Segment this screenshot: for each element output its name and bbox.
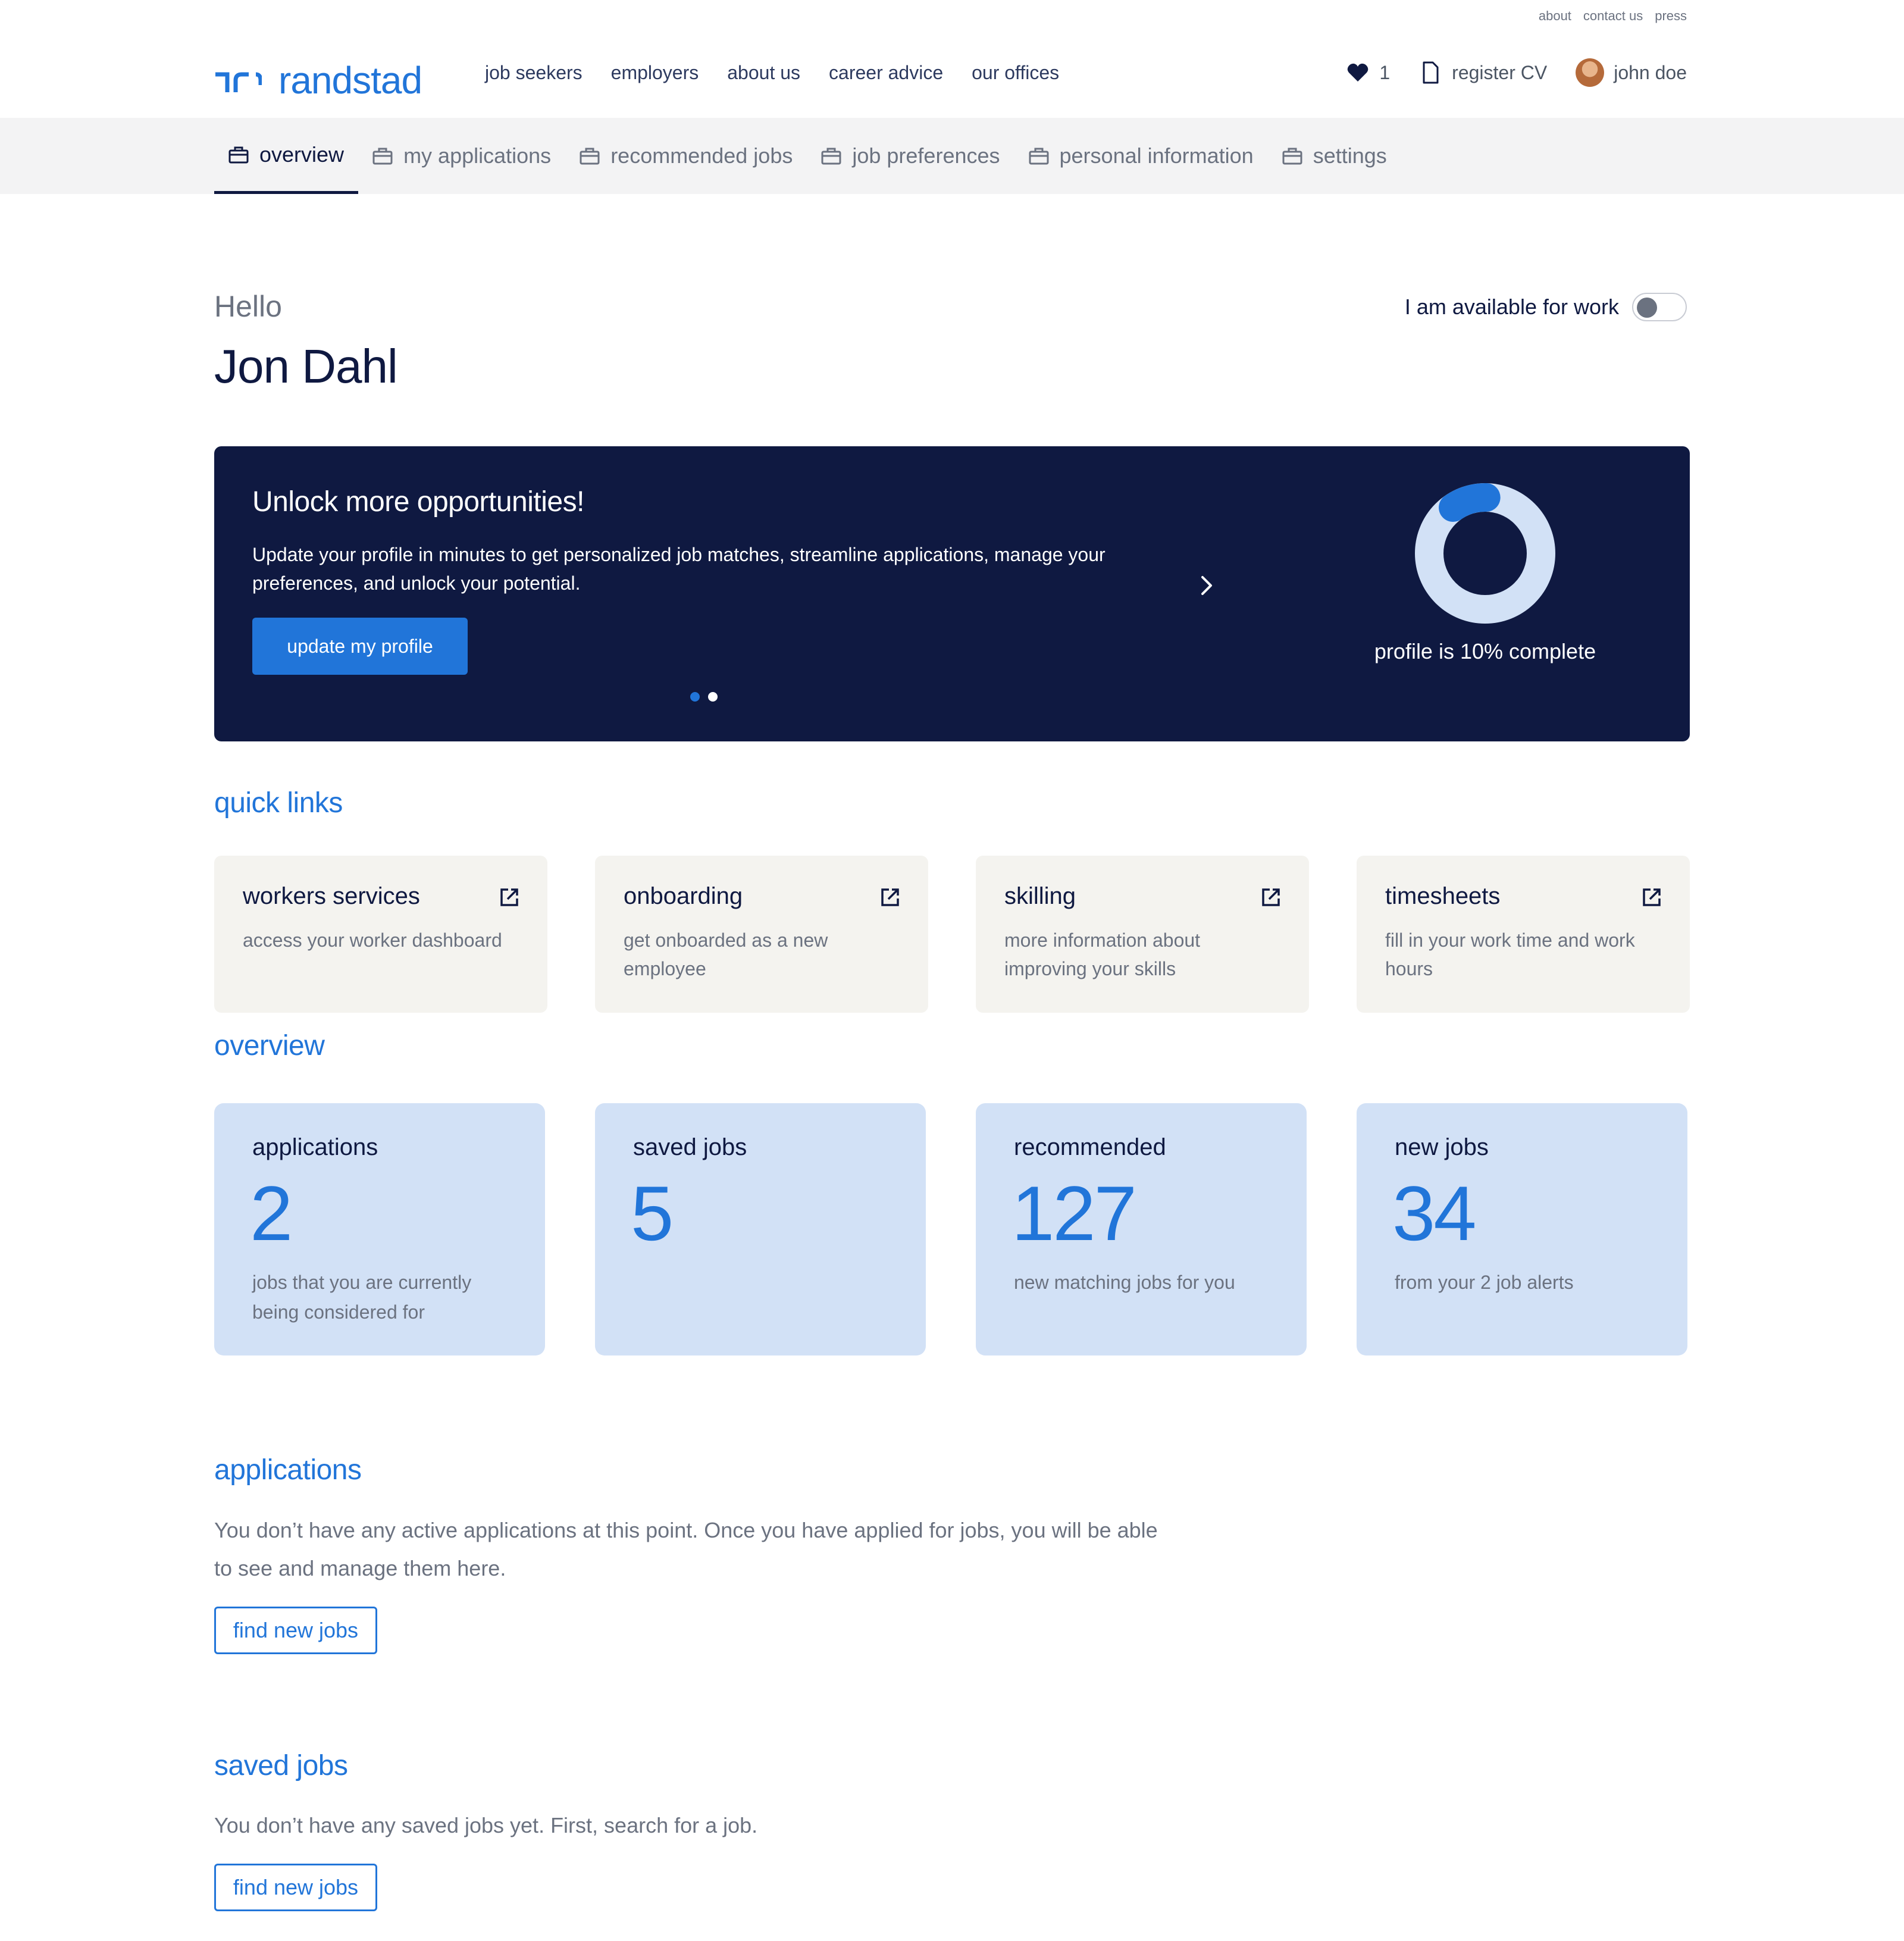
stat-card-recommended[interactable]: recommended 127 new matching jobs for yo… <box>976 1103 1307 1355</box>
register-cv-label: register CV <box>1452 61 1548 83</box>
nav-employers[interactable]: employers <box>611 62 699 84</box>
account-subnav: overview my applications recommended job… <box>0 118 1904 194</box>
util-link-contact[interactable]: contact us <box>1583 8 1643 24</box>
find-new-jobs-button[interactable]: find new jobs <box>214 1864 377 1911</box>
saved-jobs-title: saved jobs <box>214 1750 348 1782</box>
progress-ring <box>1415 483 1555 624</box>
carousel-dot[interactable] <box>690 692 700 702</box>
quick-link-timesheets[interactable]: timesheets fill in your work time and wo… <box>1357 856 1690 1013</box>
user-name: john doe <box>1614 61 1687 83</box>
update-profile-button[interactable]: update my profile <box>252 618 468 675</box>
logo-wordmark: randstad <box>278 59 422 102</box>
briefcase-icon <box>372 148 393 165</box>
nav-our-offices[interactable]: our offices <box>972 62 1059 84</box>
user-menu[interactable]: john doe <box>1576 58 1687 87</box>
tab-job-preferences[interactable]: job preferences <box>807 118 1014 194</box>
favorites-link[interactable]: 1 <box>1346 61 1390 84</box>
quick-link-onboarding[interactable]: onboarding get onboarded as a new employ… <box>595 856 928 1013</box>
randstad-logo-icon <box>215 72 262 92</box>
quick-link-title: timesheets <box>1385 883 1501 909</box>
stat-description: from your 2 job alerts <box>1395 1272 1574 1293</box>
tab-personal-information[interactable]: personal information <box>1014 118 1268 194</box>
tab-label: settings <box>1313 143 1387 168</box>
quick-link-title: workers services <box>243 883 420 909</box>
util-link-press[interactable]: press <box>1655 8 1687 24</box>
util-link-about[interactable]: about <box>1539 8 1571 24</box>
document-icon <box>1423 61 1439 84</box>
availability-toggle[interactable] <box>1632 293 1687 321</box>
profile-progress: profile is 10% complete <box>1374 482 1596 664</box>
briefcase-icon <box>580 148 600 165</box>
register-cv-link[interactable]: register CV <box>1418 61 1547 84</box>
find-new-jobs-button[interactable]: find new jobs <box>214 1607 377 1654</box>
banner-description: Update your profile in minutes to get pe… <box>252 544 1106 594</box>
main-nav: job seekers employers about us career ad… <box>485 62 1059 84</box>
tab-settings[interactable]: settings <box>1268 118 1401 194</box>
external-link-icon <box>1643 888 1661 906</box>
tab-label: personal information <box>1059 143 1254 168</box>
carousel-dots <box>690 692 718 702</box>
stat-value: 127 <box>1012 1170 1137 1257</box>
external-link-icon <box>881 888 899 906</box>
carousel-dot[interactable] <box>708 692 718 702</box>
applications-empty-text: You don’t have any active applications a… <box>214 1518 1158 1580</box>
heart-icon <box>1348 63 1368 82</box>
stat-label: new jobs <box>1395 1134 1489 1160</box>
stat-label: applications <box>252 1134 378 1160</box>
utility-nav: about contact us press <box>1539 8 1687 24</box>
overview-title: overview <box>214 1030 325 1062</box>
favorites-count: 1 <box>1379 61 1391 83</box>
avatar <box>1576 58 1605 87</box>
applications-title: applications <box>214 1454 362 1486</box>
stat-card-saved-jobs[interactable]: saved jobs 5 <box>595 1103 926 1355</box>
nav-job-seekers[interactable]: job seekers <box>485 62 583 84</box>
quick-link-skilling[interactable]: skilling more information about improvin… <box>976 856 1309 1013</box>
greeting-hello: Hello <box>214 290 282 323</box>
site-header: randstad job seekers employers about us … <box>0 36 1904 118</box>
user-full-name: Jon Dahl <box>214 340 398 393</box>
quick-link-description: access your worker dashboard <box>243 929 502 951</box>
tab-label: recommended jobs <box>610 143 793 168</box>
progress-label: profile is 10% complete <box>1374 639 1596 663</box>
nav-career-advice[interactable]: career advice <box>829 62 943 84</box>
stat-value: 34 <box>1392 1170 1477 1257</box>
nav-about-us[interactable]: about us <box>727 62 800 84</box>
stat-value: 5 <box>631 1170 674 1257</box>
stat-description: jobs that you are currently being consid… <box>252 1272 472 1323</box>
briefcase-icon <box>1282 148 1302 165</box>
quick-links-title: quick links <box>214 787 343 819</box>
briefcase-icon <box>228 146 249 163</box>
stat-value: 2 <box>250 1170 293 1257</box>
stat-label: recommended <box>1014 1134 1166 1160</box>
tab-label: job preferences <box>852 143 1000 168</box>
quick-link-description: get onboarded as a new employee <box>624 929 828 979</box>
randstad-logo[interactable]: randstad <box>214 58 422 102</box>
saved-jobs-empty-text: You don’t have any saved jobs yet. First… <box>214 1813 758 1837</box>
tab-overview[interactable]: overview <box>214 118 359 194</box>
briefcase-icon <box>1029 148 1049 165</box>
briefcase-icon <box>821 148 841 165</box>
profile-promo-banner: Unlock more opportunities! Update your p… <box>214 446 1690 741</box>
stat-card-new-jobs[interactable]: new jobs 34 from your 2 job alerts <box>1357 1103 1687 1355</box>
tab-recommended-jobs[interactable]: recommended jobs <box>565 118 807 194</box>
quick-link-title: skilling <box>1004 883 1076 909</box>
toggle-knob <box>1637 298 1657 318</box>
banner-title: Unlock more opportunities! <box>252 486 584 518</box>
chevron-right-icon[interactable] <box>1193 572 1219 599</box>
quick-link-description: more information about improving your sk… <box>1004 929 1201 979</box>
quick-link-description: fill in your work time and work hours <box>1385 929 1635 979</box>
quick-link-title: onboarding <box>624 883 743 909</box>
quick-link-workers-services[interactable]: workers services access your worker dash… <box>214 856 547 1013</box>
external-link-icon <box>1262 888 1280 906</box>
header-actions: 1 register CV john doe <box>1346 58 1687 87</box>
availability-label: I am available for work <box>1404 295 1619 319</box>
external-link-icon <box>500 888 518 906</box>
stat-label: saved jobs <box>633 1134 747 1160</box>
stat-description: new matching jobs for you <box>1014 1272 1235 1293</box>
stat-card-applications[interactable]: applications 2 jobs that you are current… <box>214 1103 545 1355</box>
availability-control: I am available for work <box>1405 293 1687 321</box>
tab-label: overview <box>259 142 345 167</box>
tab-label: my applications <box>403 143 552 168</box>
tab-my-applications[interactable]: my applications <box>358 118 565 194</box>
